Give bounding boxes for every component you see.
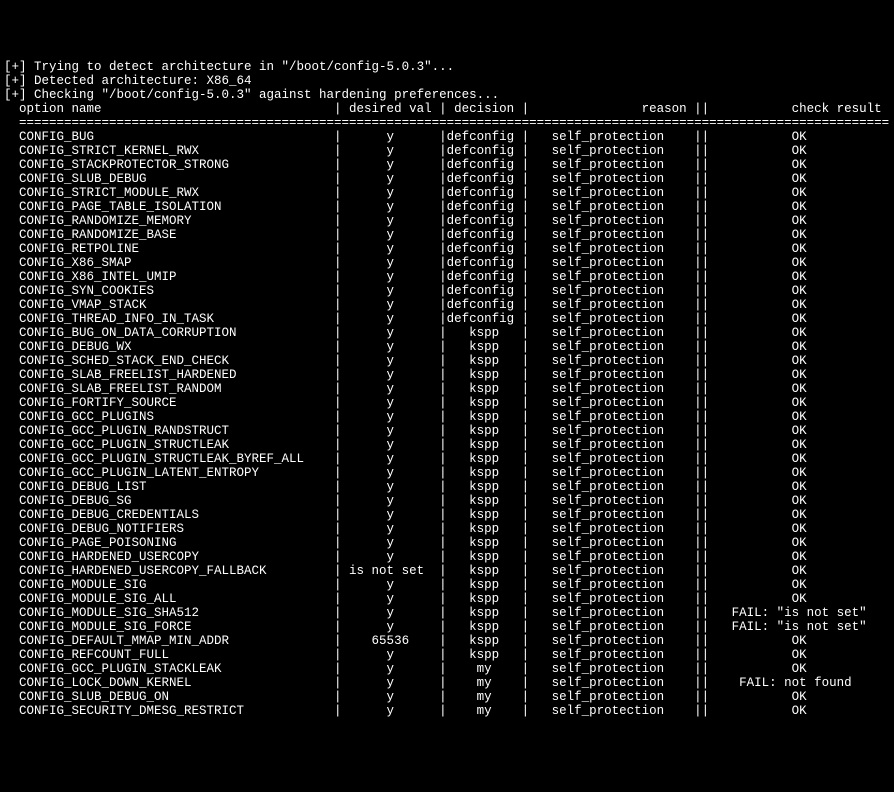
terminal-output: [+] Trying to detect architecture in "/b… xyxy=(4,60,894,718)
